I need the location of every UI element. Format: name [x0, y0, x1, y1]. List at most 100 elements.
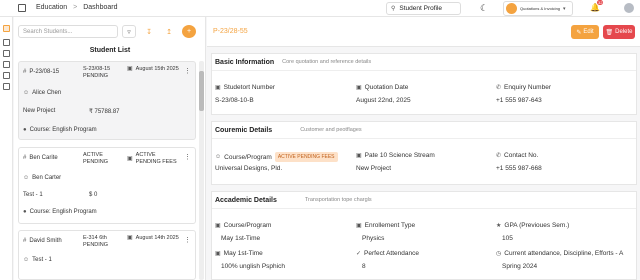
- course-program-label: ☺ Course/Program ACTIVE PENDING FEES: [215, 152, 338, 162]
- edit-button[interactable]: ✎ Edit: [571, 25, 599, 39]
- student-pane: Search Students... ▿ ↧ ↥ + Student List …: [14, 17, 206, 280]
- card-id: # David Smith: [23, 238, 62, 244]
- academic-course-value: May 1st-Time: [221, 235, 261, 242]
- detail-header: P-23/28-55 ✎ Edit 🗑 Delete: [207, 17, 640, 47]
- sidebar-toggle-icon[interactable]: [18, 4, 26, 12]
- section-title: Accademic Details: [215, 196, 277, 204]
- card-name: ☺ Alice Chen: [23, 90, 62, 96]
- enrollment-label: ▣ Enrollement Type: [356, 222, 416, 229]
- import-button[interactable]: ↧: [142, 25, 156, 38]
- clock-icon: ◷: [496, 251, 502, 257]
- doc-icon: ▣: [356, 223, 362, 229]
- delete-button[interactable]: 🗑 Delete: [603, 25, 635, 39]
- status-badge: ACTIVE PENDING FEES: [274, 152, 338, 162]
- student-list-scrollbar[interactable]: [199, 61, 204, 280]
- trophy-icon: ★: [496, 223, 502, 229]
- card-project: Test - 1: [23, 192, 43, 198]
- pate-label: ▣ Pate 10 Science Stream: [356, 152, 435, 159]
- contact-label: ✆ Contact No.: [496, 152, 539, 159]
- student-card[interactable]: # Ben Carite ACTIVE PENDING ▣ ACTIVE PENDIN…: [18, 147, 196, 224]
- search-icon: ⚲: [391, 6, 396, 12]
- book-icon: ●: [23, 209, 27, 215]
- card-name: ☺ Test - 1: [23, 257, 52, 263]
- card-quote: S-23/08-15 PENDING: [83, 66, 111, 79]
- attendance-value: 8: [362, 263, 366, 270]
- breadcrumb-separator: >: [73, 4, 78, 11]
- phone-icon: ✆: [496, 153, 502, 159]
- card-course: ● Course: English Program: [23, 209, 97, 215]
- hash-icon: #: [23, 238, 27, 244]
- more-icon[interactable]: ⋮: [184, 236, 191, 244]
- database-icon[interactable]: [3, 83, 10, 90]
- global-search-input[interactable]: ⚲ Student Profile: [386, 2, 461, 15]
- card-course: ● Course: English Program: [23, 127, 97, 133]
- export-button[interactable]: ↥: [162, 25, 176, 38]
- app-logo-icon: [506, 3, 517, 14]
- scrollbar-thumb[interactable]: [199, 71, 204, 111]
- pate-value: New Project: [356, 165, 392, 172]
- calendar-icon: ▣: [127, 66, 133, 72]
- add-student-button[interactable]: +: [182, 25, 196, 38]
- contact-value: +1 555 987-668: [496, 165, 542, 172]
- card-id: # Ben Carite: [23, 155, 58, 161]
- enrollment-value: Physics: [362, 235, 385, 242]
- id-icon: ▣: [215, 85, 221, 91]
- section-header: Basic Information Core quotation and ref…: [212, 54, 636, 71]
- student-card[interactable]: # David Smith E-314 6th PENDING ▣ August 14…: [18, 230, 196, 280]
- people-icon[interactable]: [3, 39, 10, 46]
- student-number-value: S-23/08-10-B: [215, 97, 254, 104]
- book-icon: ●: [23, 127, 27, 133]
- card-quote: E-314 6th PENDING: [83, 235, 109, 248]
- card-id: # P-23/08-15: [23, 69, 60, 75]
- filter-button[interactable]: ▿: [122, 25, 136, 38]
- calendar-icon: ▣: [356, 85, 362, 91]
- academic-course-label: ▣ Course/Program: [215, 222, 272, 229]
- app-switcher[interactable]: Quotations & Invoicing ▾: [503, 1, 573, 16]
- calendar-icon[interactable]: [3, 72, 10, 79]
- enquiry-number-value: +1 555 987-643: [496, 97, 542, 104]
- course-program-value: Universal Designs, Pld.: [215, 165, 283, 172]
- chat-icon[interactable]: [3, 61, 10, 68]
- more-icon[interactable]: ⋮: [184, 67, 191, 75]
- gpa-label: ★ GPA (Previoues Sem.): [496, 222, 570, 229]
- box-icon[interactable]: [3, 50, 10, 57]
- app-switcher-label: Quotations & Invoicing: [520, 6, 561, 11]
- chevron-down-icon: ▾: [563, 5, 566, 12]
- section-subtitle: Transportation tope chargls: [304, 197, 372, 203]
- course-details-section: Couremic Details Customer and peotflages…: [211, 121, 637, 185]
- filter-icon: ▿: [127, 28, 131, 36]
- section-title: Basic Information: [215, 58, 275, 66]
- breadcrumb-education[interactable]: Education: [36, 4, 67, 11]
- breadcrumb-dashboard[interactable]: Dashboard: [83, 4, 117, 11]
- attendance-label: ✓ Perfect Attendance: [356, 250, 419, 257]
- person-icon: ☺: [215, 154, 222, 160]
- more-icon[interactable]: ⋮: [184, 153, 191, 161]
- notification-badge: 32: [597, 0, 604, 5]
- enquiry-number-label: ✆ Enquiry Number: [496, 84, 551, 91]
- user-icon: ☺: [23, 175, 30, 181]
- left-rail: [0, 17, 13, 280]
- phone-icon: ✆: [496, 85, 502, 91]
- quotation-date-value: August 22nd, 2025: [356, 97, 411, 104]
- student-card[interactable]: # P-23/08-15 S-23/08-15 PENDING ▣ August 15…: [18, 61, 196, 140]
- student-search-input[interactable]: Search Students...: [18, 25, 118, 38]
- card-amount: ₹ 75788.87: [89, 109, 120, 115]
- home-icon[interactable]: [3, 25, 10, 32]
- plus-icon: +: [186, 28, 192, 35]
- theme-toggle-icon[interactable]: ☾: [480, 3, 488, 14]
- detail-id: P-23/28-55: [213, 28, 248, 35]
- user-icon: ☺: [23, 257, 30, 263]
- avatar[interactable]: [624, 3, 634, 13]
- section-subtitle: Customer and peotflages: [300, 127, 362, 133]
- global-search-value: Student Profile: [399, 5, 443, 12]
- may-value: 100% unglish Psphich: [221, 263, 285, 270]
- student-number-label: ▣ Studetort Number: [215, 84, 275, 91]
- basic-information-section: Basic Information Core quotation and ref…: [211, 53, 637, 115]
- card-project: New Project: [23, 108, 56, 114]
- card-amount: $ 0: [89, 192, 98, 198]
- card-quote: ACTIVE PENDING: [83, 152, 109, 165]
- hash-icon: #: [23, 69, 27, 75]
- trash-icon: 🗑: [605, 29, 614, 36]
- student-list-title: Student List: [89, 47, 131, 54]
- doc-icon: ▣: [215, 223, 221, 229]
